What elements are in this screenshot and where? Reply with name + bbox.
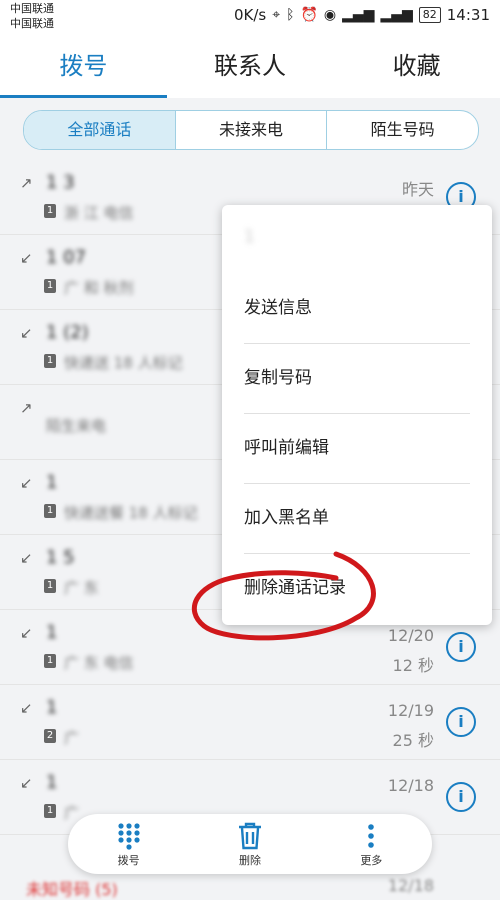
menu-copy-number[interactable]: 复制号码	[222, 343, 492, 413]
caller-tag: 快递送餐 18 人标记	[64, 504, 198, 522]
context-menu: 1 发送信息 复制号码 呼叫前编辑 加入黑名单 删除通话记录	[222, 205, 492, 625]
delete-label: 删除	[238, 854, 261, 867]
carrier-2: 中国联通	[10, 17, 54, 30]
filter-missed-calls[interactable]: 未接来电	[176, 111, 328, 149]
caller-tag: 快递送 18 人标记	[64, 354, 183, 372]
top-tabs: 拨号 联系人 收藏	[0, 34, 500, 98]
tab-favorites[interactable]: 收藏	[333, 34, 500, 98]
call-date: 12/19	[387, 701, 434, 720]
sim-badge: 1	[44, 579, 56, 593]
menu-send-message[interactable]: 发送信息	[222, 273, 492, 343]
more-icon	[368, 824, 375, 848]
alarm-icon: ⏰	[300, 7, 318, 23]
call-duration: 12 秒	[392, 656, 434, 675]
caller-number: 1	[46, 772, 58, 793]
tab-contacts[interactable]: 联系人	[167, 34, 334, 98]
filter-all-calls[interactable]: 全部通话	[24, 111, 176, 149]
caller-number: 1	[46, 622, 58, 643]
info-icon[interactable]: i	[446, 632, 476, 662]
more-button[interactable]: 更多	[311, 814, 432, 874]
incoming-call-icon: ↙	[20, 699, 33, 717]
bluetooth-icon: ᛒ	[286, 7, 295, 23]
info-icon[interactable]: i	[446, 707, 476, 737]
call-row[interactable]: ↙ 1 2 广 12/19 25 秒 i	[0, 685, 500, 760]
call-date: 12/18	[387, 776, 434, 795]
delete-button[interactable]: 删除	[189, 814, 310, 874]
location-icon: ⌖	[272, 7, 281, 23]
caller-number: 1 07	[46, 247, 87, 268]
signal-icon: ▂▄▆	[342, 7, 375, 23]
sim-badge: 1	[44, 504, 56, 518]
dialpad-icon	[118, 823, 140, 850]
peek-date: 12/18	[387, 876, 434, 895]
outgoing-call-icon: ↗	[20, 399, 33, 417]
caller-location: 广 和 秋剂	[64, 279, 134, 297]
caller-location: 陌生来电	[46, 417, 107, 435]
carrier-1: 中国联通	[10, 2, 54, 15]
caller-number: 1	[46, 472, 58, 493]
caller-location: 广 东 电信	[64, 654, 134, 672]
call-filter: 全部通话 未接来电 陌生号码	[23, 110, 479, 150]
trash-icon	[238, 822, 261, 850]
incoming-call-icon: ↙	[20, 324, 33, 342]
sim-badge: 1	[44, 654, 56, 668]
caller-number: 1	[46, 697, 58, 718]
status-bar: 中国联通 中国联通 0K/s ⌖ ᛒ ⏰ ◉ ▂▄▆ ▂▄▆ 82 14:31	[0, 0, 500, 34]
menu-add-to-blacklist[interactable]: 加入黑名单	[222, 483, 492, 553]
eye-icon: ◉	[323, 7, 337, 23]
battery-icon: 82	[418, 7, 441, 23]
dial-button[interactable]: 拨号	[68, 814, 189, 874]
context-menu-header: 1	[222, 205, 492, 273]
incoming-call-icon: ↙	[20, 474, 33, 492]
peek-caller: 未知号码 (5)	[26, 880, 118, 899]
call-date: 12/20	[387, 626, 434, 645]
bottom-toolbar: 拨号 删除 更多	[68, 814, 432, 874]
menu-edit-before-call[interactable]: 呼叫前编辑	[222, 413, 492, 483]
sim-badge: 1	[44, 279, 56, 293]
call-date: 昨天	[401, 180, 434, 199]
network-speed: 0K/s	[233, 6, 267, 24]
caller-location: 广 东	[64, 579, 99, 597]
info-icon[interactable]: i	[446, 782, 476, 812]
caller-location: 广	[64, 729, 80, 747]
status-icons: 0K/s ⌖ ᛒ ⏰ ◉ ▂▄▆ ▂▄▆ 82 14:31	[234, 6, 490, 24]
caller-number: 1 (2)	[46, 322, 89, 343]
context-menu-number: 1	[244, 227, 255, 247]
more-label: 更多	[360, 854, 383, 867]
caller-number: 1 5	[46, 547, 75, 568]
dial-label: 拨号	[117, 854, 140, 867]
sim-badge: 1	[44, 204, 56, 218]
filter-unknown-numbers[interactable]: 陌生号码	[327, 111, 478, 149]
incoming-call-icon: ↙	[20, 624, 33, 642]
signal-4g-icon: ▂▄▆	[380, 7, 413, 23]
incoming-call-icon: ↙	[20, 774, 33, 792]
incoming-call-icon: ↙	[20, 249, 33, 267]
caller-number: 1 3	[46, 172, 75, 193]
caller-location: 浙 江 电信	[64, 204, 134, 222]
menu-delete-call-log[interactable]: 删除通话记录	[222, 553, 492, 623]
clock: 14:31	[446, 6, 490, 24]
outgoing-call-icon: ↗	[20, 174, 33, 192]
tab-dialer[interactable]: 拨号	[0, 34, 167, 98]
sim-badge: 2	[44, 729, 56, 743]
sim-badge: 1	[44, 804, 56, 818]
incoming-call-icon: ↙	[20, 549, 33, 567]
call-duration: 25 秒	[392, 731, 434, 750]
sim-badge: 1	[44, 354, 56, 368]
